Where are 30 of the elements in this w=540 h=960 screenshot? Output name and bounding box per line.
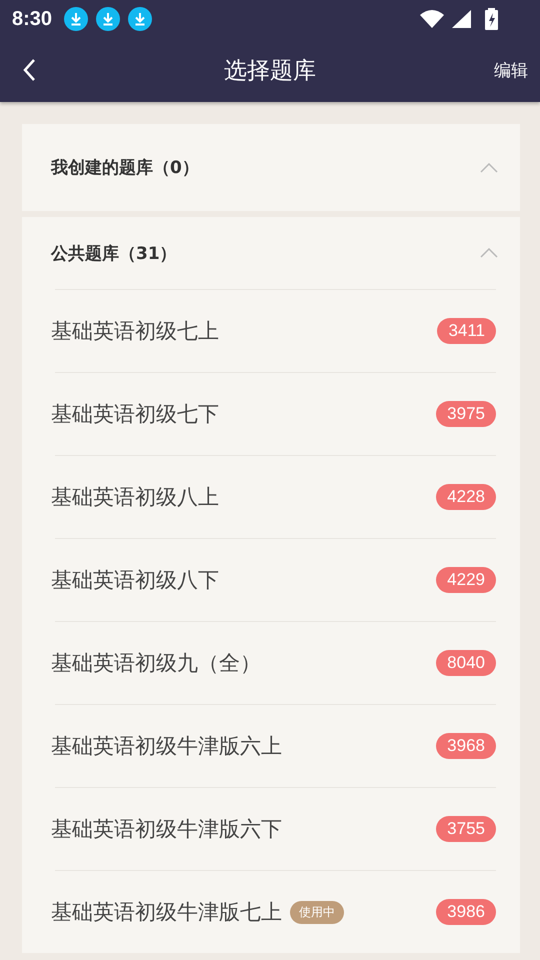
battery-icon [485,8,498,30]
in-use-tag: 使用中 [290,900,344,924]
chevron-up-icon[interactable] [480,248,498,258]
bank-name[interactable]: 基础英语初级八上 [51,483,219,511]
bank-name[interactable]: 基础英语初级牛津版六下 [51,815,282,843]
count-badge: 8040 [436,650,496,676]
signal-icon [452,10,471,28]
section-title[interactable]: 公共题库（31） [51,242,177,264]
count-badge: 3975 [436,401,496,427]
bank-name[interactable]: 基础英语初级牛津版七上 [51,898,282,926]
bank-name[interactable]: 基础英语初级七下 [51,400,219,428]
edit-button[interactable]: 编辑 [494,58,528,82]
download-icon [128,7,152,31]
count-badge: 3755 [436,816,496,842]
count-badge: 4228 [436,484,496,510]
chevron-up-icon[interactable] [480,162,498,172]
section-title[interactable]: 我创建的题库（0） [51,156,199,179]
count-badge: 4229 [436,567,496,593]
bank-name[interactable]: 基础英语初级九（全） [51,649,261,677]
download-icon [96,7,120,31]
page-title: 选择题库 [224,58,316,84]
status-time: 8:30 [12,8,52,30]
bank-name[interactable]: 基础英语初级七上 [51,317,219,345]
count-badge: 3986 [436,899,496,925]
count-badge: 3411 [437,318,496,344]
download-icon [64,7,88,31]
count-badge: 3968 [436,733,496,759]
wifi-icon [420,10,444,28]
bank-name[interactable]: 基础英语初级八下 [51,566,219,594]
bank-name[interactable]: 基础英语初级牛津版六上 [51,732,282,760]
